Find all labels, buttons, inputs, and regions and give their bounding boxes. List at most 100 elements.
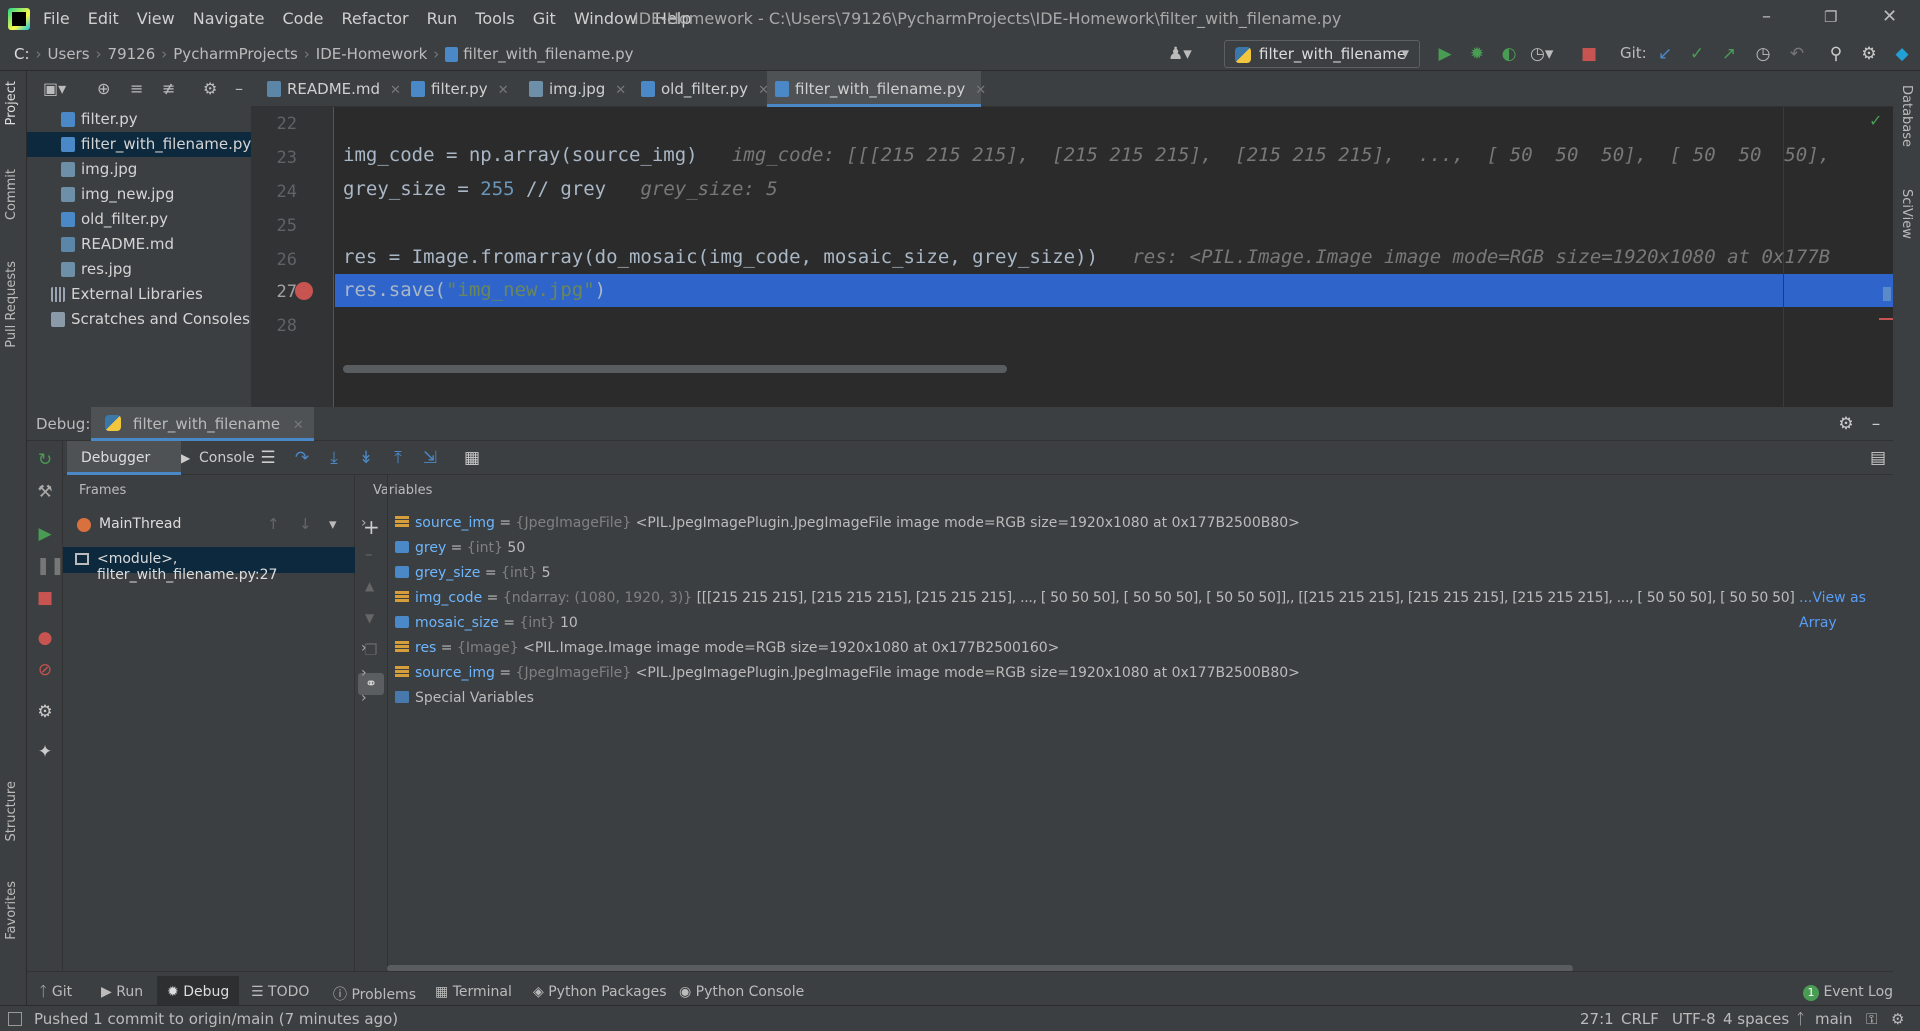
crumb-users[interactable]: Users [48,45,90,63]
expand-chevron-icon[interactable]: › [361,636,367,661]
caret-position[interactable]: 27:1 [1580,1010,1614,1028]
lock-icon[interactable]: ⚿ [1866,1010,1877,1028]
tab-run[interactable]: ▶ Run [101,984,143,1000]
variable-row-grey[interactable]: grey = {int} 50 [395,536,525,561]
tab-filter-py[interactable]: filter.py ✕ [403,71,509,107]
profile-icon[interactable]: ◷▾ [1530,45,1553,63]
tab-filter-with-filename-py[interactable]: filter_with_filename.py ✕ [767,71,986,107]
modify-config-icon[interactable]: ⚒ [36,483,54,501]
thread-select[interactable]: MainThread ↑ ↓ ▾ [63,511,355,539]
step-into-my-code-icon[interactable]: ↡ [357,449,375,467]
tool-project[interactable]: Project [4,81,19,125]
expand-chevron-icon[interactable]: › [361,686,367,711]
close-tab-icon[interactable]: ✕ [390,83,401,98]
menu-run[interactable]: Run [427,9,458,28]
locate-icon[interactable]: ⊕ [97,79,110,98]
remove-watch-icon[interactable]: – [365,545,373,563]
event-log-button[interactable]: 1 Event Log [1803,984,1893,1001]
step-out-icon[interactable]: ⤒ [389,449,407,467]
menu-code[interactable]: Code [283,9,324,28]
move-up-icon[interactable]: ▲ [365,579,374,593]
status-toggle-icon[interactable] [8,1012,22,1026]
tab-terminal[interactable]: ▦ Terminal [435,984,512,1000]
view-as-array-link[interactable]: ...View as Array [1795,586,1893,636]
code-editor[interactable]: 22 23 24 25 26 27 28 img_code = np.array… [251,107,1893,407]
tree-item-external-libraries[interactable]: External Libraries [27,282,251,307]
expand-chevron-icon[interactable]: › [361,661,367,686]
pin-icon[interactable]: ✦ [36,743,54,761]
gear-icon[interactable]: ⚙ [1837,415,1855,433]
debug-icon[interactable]: ✹ [1468,45,1486,63]
jetbrains-toolbox-icon[interactable]: ◆ [1893,45,1911,63]
memory-indicator-icon[interactable]: ⚙ [1891,1010,1904,1028]
arrow-down-icon[interactable]: ↓ [299,515,312,533]
close-tab-icon[interactable]: ✕ [498,83,509,98]
menu-git[interactable]: Git [533,9,556,28]
tree-item-img-jpg[interactable]: img.jpg [27,157,251,182]
history-icon[interactable]: ◷ [1754,45,1772,63]
crumb-drive[interactable]: C: [14,45,30,63]
restore-icon[interactable]: ❐ [1824,8,1837,26]
close-tab-icon[interactable]: ✕ [975,83,986,98]
gear-icon[interactable]: ⚙ [203,79,217,98]
tool-pull-requests[interactable]: Pull Requests [4,261,19,348]
run-to-cursor-icon[interactable]: ⇲ [421,449,439,467]
tree-item-scratches[interactable]: Scratches and Consoles [27,307,251,332]
mute-breakpoints-icon[interactable]: ⊘ [36,661,54,679]
tab-console[interactable]: ▶ Console [173,441,255,475]
menu-tools[interactable]: Tools [475,9,514,28]
threads-view-icon[interactable]: ☰ [259,449,277,467]
view-breakpoints-icon[interactable]: ● [36,629,54,647]
menu-refactor[interactable]: Refactor [341,9,408,28]
tree-item-filter-with-filename-py[interactable]: filter_with_filename.py [27,132,251,157]
chevron-down-icon[interactable]: ▾ [329,515,337,533]
tab-git[interactable]: ᛏ Git [39,984,72,1000]
collapse-all-icon[interactable]: ≢ [162,79,175,98]
variable-row-grey-size[interactable]: grey_size = {int} 5 [395,561,550,586]
variable-row-special[interactable]: › Special Variables [361,686,534,711]
menu-file[interactable]: File [43,9,70,28]
expand-all-icon[interactable]: ≡ [130,79,143,98]
git-branch[interactable]: main [1815,1010,1852,1028]
close-tab-icon[interactable]: ✕ [293,418,304,433]
run-icon[interactable]: ▶ [1436,45,1454,63]
indent-setting[interactable]: 4 spaces [1723,1010,1789,1028]
arrow-up-icon[interactable]: ↑ [267,515,280,533]
menu-window[interactable]: Window [574,9,637,28]
resume-icon[interactable]: ▶ [36,525,54,543]
tab-img-jpg[interactable]: img.jpg ✕ [521,71,626,107]
rollback-icon[interactable]: ↶ [1788,45,1806,63]
status-message[interactable]: Pushed 1 commit to origin/main (7 minute… [34,1010,398,1028]
user-icon[interactable]: ♟▾ [1168,45,1192,63]
scrollbar-thumb[interactable] [1883,287,1891,301]
variable-row-source-img-2[interactable]: › source_img = {JpegImageFile} <PIL.JpegI… [361,661,1300,686]
variable-row-mosaic-size[interactable]: mosaic_size = {int} 10 [395,611,578,636]
git-update-icon[interactable]: ↙ [1656,45,1674,63]
close-window-icon[interactable]: ✕ [1882,6,1897,27]
hide-icon[interactable]: – [235,79,243,98]
variable-row-res[interactable]: › res = {Image} <PIL.Image.Image image mo… [361,636,1059,661]
evaluate-expression-icon[interactable]: ▦ [463,449,481,467]
tool-commit[interactable]: Commit [4,169,19,220]
tree-item-res-jpg[interactable]: res.jpg [27,257,251,282]
run-config-select[interactable]: filter_with_filename ▾ [1224,40,1420,68]
tool-sciview[interactable]: SciView [1899,189,1914,239]
expand-chevron-icon[interactable]: › [361,511,367,536]
layout-icon[interactable]: ▤ [1869,449,1887,467]
crumb-ide-homework[interactable]: IDE-Homework [316,45,427,63]
breakpoint-icon[interactable] [295,282,313,300]
variable-row-source-img[interactable]: › source_img = {JpegImageFile} <PIL.JpegI… [361,511,1300,536]
crumb-file[interactable]: filter_with_filename.py [463,45,633,63]
close-tab-icon[interactable]: ✕ [615,83,626,98]
menu-view[interactable]: View [137,9,175,28]
tool-database[interactable]: Database [1899,85,1914,147]
file-encoding[interactable]: UTF-8 [1672,1010,1716,1028]
hide-icon[interactable]: – [1867,415,1885,433]
stop-icon[interactable]: ■ [36,589,54,607]
debug-session-tab[interactable]: filter_with_filename ✕ [91,407,314,441]
pause-icon[interactable]: ❚❚ [36,557,65,575]
tab-debugger[interactable]: Debugger [67,441,181,475]
git-commit-icon[interactable]: ✓ [1688,45,1706,63]
tab-readme[interactable]: README.md ✕ [259,71,401,107]
menu-navigate[interactable]: Navigate [193,9,265,28]
